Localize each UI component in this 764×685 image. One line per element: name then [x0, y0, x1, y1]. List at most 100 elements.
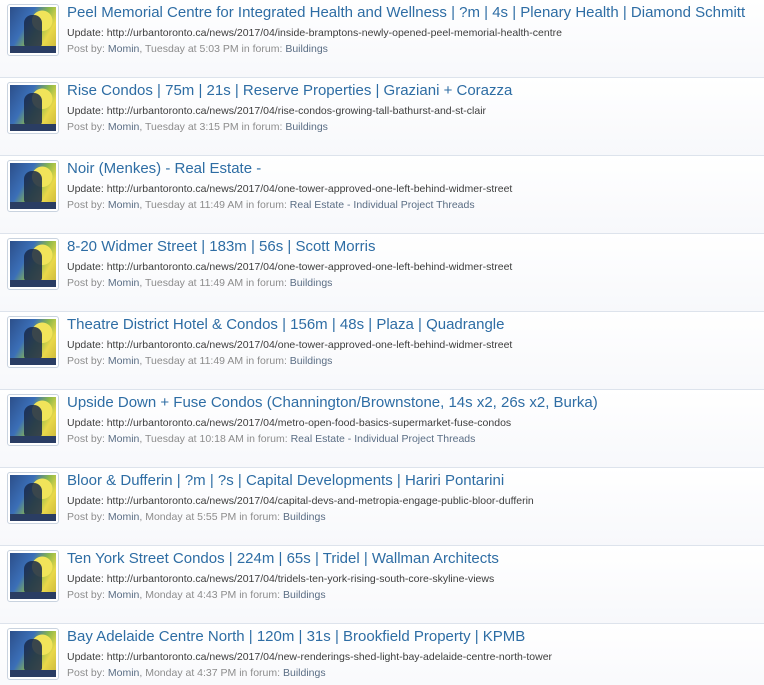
post-time: Tuesday at 11:49 AM [145, 277, 244, 289]
thread-title-link[interactable]: Bay Adelaide Centre North | 120m | 31s |… [67, 628, 758, 646]
forum-link[interactable]: Real Estate - Individual Project Threads [290, 199, 475, 211]
user-avatar[interactable] [7, 4, 59, 56]
avatar-image [10, 553, 56, 599]
author-link[interactable]: Momin [108, 511, 140, 523]
post-by-label: Post by: [67, 43, 105, 55]
post-meta: Post by: Momin, Tuesday at 11:49 AM in f… [67, 277, 758, 290]
post-time: Tuesday at 3:15 PM [145, 121, 239, 133]
author-link[interactable]: Momin [108, 355, 140, 367]
user-avatar[interactable] [7, 472, 59, 524]
search-result-item: Bloor & Dufferin | ?m | ?s | Capital Dev… [0, 468, 764, 546]
post-by-label: Post by: [67, 667, 105, 679]
post-snippet: Update: http://urbantoronto.ca/news/2017… [67, 261, 513, 273]
post-snippet: Update: http://urbantoronto.ca/news/2017… [67, 27, 562, 39]
forum-link[interactable]: Buildings [290, 277, 333, 289]
thread-title-link[interactable]: 8-20 Widmer Street | 183m | 56s | Scott … [67, 238, 758, 256]
post-snippet: Update: http://urbantoronto.ca/news/2017… [67, 183, 513, 195]
post-by-label: Post by: [67, 433, 105, 445]
forum-label: in forum: [241, 43, 283, 55]
forum-label: in forum: [239, 667, 281, 679]
post-time: Tuesday at 11:49 AM [145, 199, 244, 211]
forum-label: in forum: [239, 511, 281, 523]
search-results-list: Peel Memorial Centre for Integrated Heal… [0, 0, 764, 685]
avatar-image [10, 241, 56, 287]
forum-link[interactable]: Buildings [285, 121, 328, 133]
user-avatar[interactable] [7, 160, 59, 212]
post-time: Monday at 4:37 PM [145, 667, 237, 679]
post-time: Monday at 5:55 PM [145, 511, 237, 523]
author-link[interactable]: Momin [108, 43, 140, 55]
avatar-image [10, 631, 56, 677]
forum-link[interactable]: Buildings [283, 511, 326, 523]
post-meta: Post by: Momin, Tuesday at 11:49 AM in f… [67, 199, 758, 212]
forum-label: in forum: [246, 277, 287, 289]
forum-link[interactable]: Buildings [285, 43, 328, 55]
forum-label: in forum: [246, 355, 287, 367]
search-result-item: Noir (Menkes) - Real Estate - Update: ht… [0, 156, 764, 234]
forum-link[interactable]: Real Estate - Individual Project Threads [291, 433, 476, 445]
thread-title-link[interactable]: Rise Condos | 75m | 21s | Reserve Proper… [67, 82, 758, 100]
thread-title-link[interactable]: Ten York Street Condos | 224m | 65s | Tr… [67, 550, 758, 568]
user-avatar[interactable] [7, 316, 59, 368]
thread-title-link[interactable]: Noir (Menkes) - Real Estate - [67, 160, 758, 178]
forum-link[interactable]: Buildings [283, 667, 326, 679]
post-snippet: Update: http://urbantoronto.ca/news/2017… [67, 573, 495, 585]
author-link[interactable]: Momin [108, 277, 140, 289]
thread-title-link[interactable]: Peel Memorial Centre for Integrated Heal… [67, 4, 758, 22]
post-by-label: Post by: [67, 355, 105, 367]
author-link[interactable]: Momin [108, 199, 140, 211]
post-time: Tuesday at 11:49 AM [145, 355, 244, 367]
thread-title-link[interactable]: Bloor & Dufferin | ?m | ?s | Capital Dev… [67, 472, 758, 490]
forum-label: in forum: [246, 199, 287, 211]
post-time: Tuesday at 10:18 AM [145, 433, 244, 445]
post-time: Tuesday at 5:03 PM [145, 43, 239, 55]
search-result-item: Peel Memorial Centre for Integrated Heal… [0, 0, 764, 78]
forum-label: in forum: [239, 589, 281, 601]
avatar-image [10, 397, 56, 443]
forum-label: in forum: [241, 121, 283, 133]
post-meta: Post by: Momin, Monday at 4:37 PM in for… [67, 667, 758, 680]
avatar-image [10, 85, 56, 131]
search-result-item: Rise Condos | 75m | 21s | Reserve Proper… [0, 78, 764, 156]
post-snippet: Update: http://urbantoronto.ca/news/2017… [67, 417, 512, 429]
post-snippet: Update: http://urbantoronto.ca/news/2017… [67, 651, 553, 663]
author-link[interactable]: Momin [108, 433, 140, 445]
search-result-item: Upside Down + Fuse Condos (Channington/B… [0, 390, 764, 468]
search-result-item: 8-20 Widmer Street | 183m | 56s | Scott … [0, 234, 764, 312]
post-meta: Post by: Momin, Tuesday at 10:18 AM in f… [67, 433, 758, 446]
post-by-label: Post by: [67, 199, 105, 211]
forum-link[interactable]: Buildings [290, 355, 333, 367]
post-meta: Post by: Momin, Monday at 5:55 PM in for… [67, 511, 758, 524]
user-avatar[interactable] [7, 394, 59, 446]
author-link[interactable]: Momin [108, 667, 140, 679]
post-meta: Post by: Momin, Tuesday at 3:15 PM in fo… [67, 121, 758, 134]
author-link[interactable]: Momin [108, 589, 140, 601]
forum-label: in forum: [246, 433, 288, 445]
avatar-image [10, 319, 56, 365]
user-avatar[interactable] [7, 628, 59, 680]
user-avatar[interactable] [7, 550, 59, 602]
avatar-image [10, 7, 56, 53]
user-avatar[interactable] [7, 238, 59, 290]
search-result-item: Ten York Street Condos | 224m | 65s | Tr… [0, 546, 764, 624]
post-by-label: Post by: [67, 277, 105, 289]
search-result-item: Bay Adelaide Centre North | 120m | 31s |… [0, 624, 764, 685]
avatar-image [10, 475, 56, 521]
post-time: Monday at 4:43 PM [145, 589, 237, 601]
post-meta: Post by: Momin, Tuesday at 5:03 PM in fo… [67, 43, 758, 56]
post-snippet: Update: http://urbantoronto.ca/news/2017… [67, 339, 513, 351]
forum-link[interactable]: Buildings [283, 589, 326, 601]
user-avatar[interactable] [7, 82, 59, 134]
post-by-label: Post by: [67, 121, 105, 133]
post-snippet: Update: http://urbantoronto.ca/news/2017… [67, 495, 534, 507]
post-snippet: Update: http://urbantoronto.ca/news/2017… [67, 105, 487, 117]
avatar-image [10, 163, 56, 209]
thread-title-link[interactable]: Upside Down + Fuse Condos (Channington/B… [67, 394, 758, 412]
search-result-item: Theatre District Hotel & Condos | 156m |… [0, 312, 764, 390]
thread-title-link[interactable]: Theatre District Hotel & Condos | 156m |… [67, 316, 758, 334]
post-by-label: Post by: [67, 589, 105, 601]
post-by-label: Post by: [67, 511, 105, 523]
author-link[interactable]: Momin [108, 121, 140, 133]
post-meta: Post by: Momin, Tuesday at 11:49 AM in f… [67, 355, 758, 368]
post-meta: Post by: Momin, Monday at 4:43 PM in for… [67, 589, 758, 602]
